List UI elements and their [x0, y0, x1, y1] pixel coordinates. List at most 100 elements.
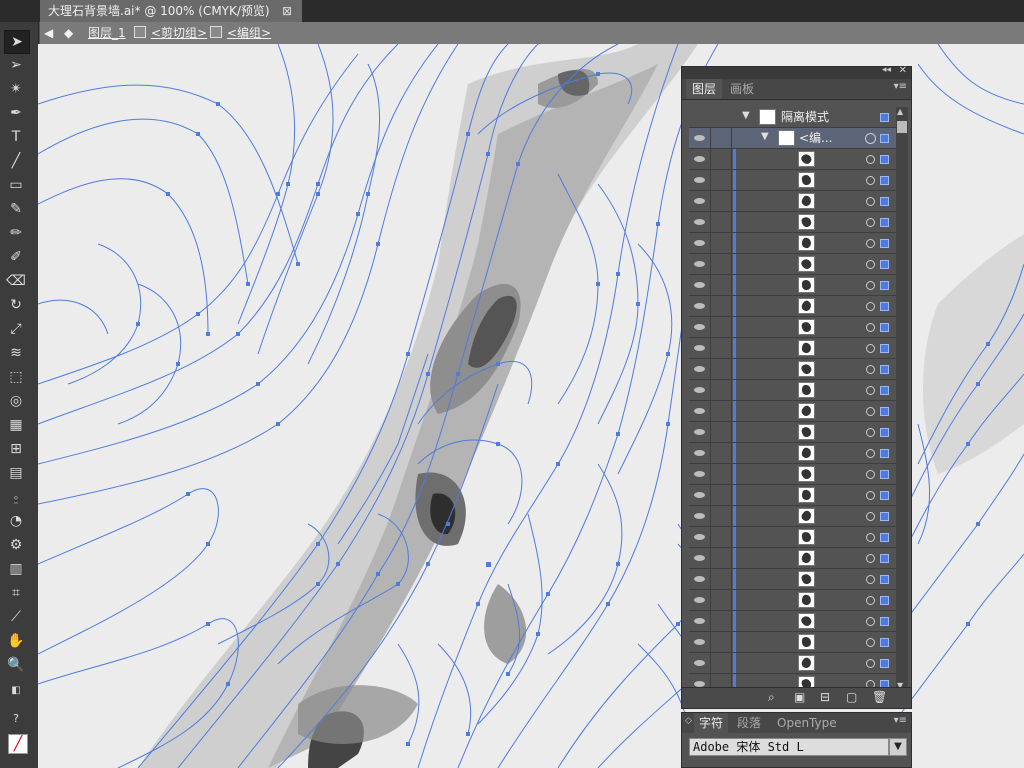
expand-triangle-icon[interactable]: ▼	[761, 131, 769, 142]
target-icon[interactable]	[866, 617, 875, 626]
breadcrumb-clip-group[interactable]: <剪切组>	[151, 22, 207, 44]
target-icon[interactable]	[866, 239, 875, 248]
paintbrush-tool-icon[interactable]: ✎	[4, 198, 28, 220]
selection-indicator[interactable]	[880, 176, 889, 185]
target-icon[interactable]	[866, 281, 875, 290]
eyedropper-tool-icon[interactable]: ⍛	[4, 486, 28, 508]
layer-row[interactable]	[689, 506, 896, 527]
free-transform-tool-icon[interactable]: ⬚	[4, 366, 28, 388]
target-icon[interactable]	[866, 533, 875, 542]
shape-builder-tool-icon[interactable]: ◎	[4, 390, 28, 412]
lock-toggle[interactable]	[710, 128, 732, 148]
selection-indicator[interactable]	[880, 533, 889, 542]
artboard-tool-icon[interactable]: ⌗	[4, 582, 28, 604]
warp-tool-icon[interactable]: ≋	[4, 342, 28, 364]
selection-indicator[interactable]	[880, 407, 889, 416]
layer-row[interactable]	[689, 317, 896, 338]
lock-toggle[interactable]	[710, 611, 732, 631]
column-graph-tool-icon[interactable]: ▥	[4, 558, 28, 580]
layer-row[interactable]	[689, 443, 896, 464]
selection-indicator[interactable]	[880, 281, 889, 290]
target-icon[interactable]	[866, 470, 875, 479]
locate-object-icon[interactable]: ⌕	[768, 690, 775, 705]
scroll-thumb[interactable]	[897, 121, 907, 133]
layer-row[interactable]	[689, 296, 896, 317]
help-icon[interactable]: ?	[4, 708, 28, 730]
scale-tool-icon[interactable]: ⤢	[4, 318, 28, 340]
make-clipping-mask-icon[interactable]: ▣	[794, 690, 805, 704]
target-icon[interactable]	[866, 554, 875, 563]
selection-indicator[interactable]	[880, 449, 889, 458]
target-icon[interactable]	[866, 449, 875, 458]
visibility-eye-icon[interactable]	[689, 212, 711, 232]
target-icon[interactable]	[866, 575, 875, 584]
selection-indicator[interactable]	[880, 617, 889, 626]
lock-toggle[interactable]	[710, 254, 732, 274]
layer-row[interactable]	[689, 149, 896, 170]
lock-toggle[interactable]	[710, 212, 732, 232]
visibility-eye-icon[interactable]	[689, 317, 711, 337]
layer-row[interactable]	[689, 632, 896, 653]
target-icon[interactable]	[866, 386, 875, 395]
lock-toggle[interactable]	[710, 380, 732, 400]
scroll-up-icon[interactable]: ▲	[897, 107, 903, 116]
eraser-tool-icon[interactable]: ⌫	[4, 270, 28, 292]
layer-row[interactable]	[689, 485, 896, 506]
lock-toggle[interactable]	[710, 338, 732, 358]
selection-indicator[interactable]	[880, 491, 889, 500]
tab-layers[interactable]: 图层	[686, 79, 723, 99]
target-icon[interactable]	[866, 302, 875, 311]
selection-indicator[interactable]	[880, 365, 889, 374]
target-icon[interactable]	[866, 344, 875, 353]
selection-indicator[interactable]	[880, 554, 889, 563]
target-icon[interactable]	[866, 365, 875, 374]
visibility-eye-icon[interactable]	[689, 464, 711, 484]
visibility-eye-icon[interactable]	[689, 548, 711, 568]
zoom-tool-icon[interactable]: 🔍	[4, 654, 28, 676]
target-icon[interactable]	[866, 407, 875, 416]
visibility-eye-icon[interactable]	[689, 275, 711, 295]
lock-toggle[interactable]	[710, 548, 732, 568]
magic-wand-tool-icon[interactable]: ✴	[4, 78, 28, 100]
lock-toggle[interactable]	[710, 275, 732, 295]
selection-indicator[interactable]	[880, 155, 889, 164]
layer-row[interactable]	[689, 233, 896, 254]
visibility-eye-icon[interactable]	[689, 422, 711, 442]
rectangle-tool-icon[interactable]: ▭	[4, 174, 28, 196]
selection-indicator[interactable]	[880, 344, 889, 353]
visibility-eye-icon[interactable]	[689, 611, 711, 631]
visibility-eye-icon[interactable]	[689, 149, 711, 169]
target-icon[interactable]	[866, 512, 875, 521]
pencil-tool-icon[interactable]: ✏	[4, 222, 28, 244]
new-layer-icon[interactable]: ▢	[846, 690, 857, 704]
layer-row[interactable]	[689, 569, 896, 590]
layers-scrollbar[interactable]: ▲ ▼	[896, 107, 908, 690]
target-icon[interactable]	[866, 155, 875, 164]
target-icon[interactable]	[865, 133, 876, 144]
layer-row[interactable]	[689, 653, 896, 674]
delete-layer-icon[interactable]: 🗑	[872, 690, 887, 704]
visibility-eye-icon[interactable]	[689, 338, 711, 358]
selection-indicator[interactable]	[880, 575, 889, 584]
layer-row[interactable]	[689, 527, 896, 548]
selection-indicator[interactable]	[880, 386, 889, 395]
lock-toggle[interactable]	[710, 590, 732, 610]
layer-row[interactable]	[689, 275, 896, 296]
selection-indicator[interactable]	[880, 302, 889, 311]
blob-brush-tool-icon[interactable]: ✐	[4, 246, 28, 268]
layer-row[interactable]	[689, 464, 896, 485]
perspective-grid-tool-icon[interactable]: ▦	[4, 414, 28, 436]
target-icon[interactable]	[866, 596, 875, 605]
font-family-select[interactable]: Adobe 宋体 Std L	[689, 738, 889, 756]
back-arrow-icon[interactable]: ◀	[44, 22, 53, 44]
lock-toggle[interactable]	[710, 359, 732, 379]
selection-indicator[interactable]	[880, 239, 889, 248]
layer-row[interactable]	[689, 590, 896, 611]
symbol-sprayer-tool-icon[interactable]: ⚙	[4, 534, 28, 556]
lock-toggle[interactable]	[710, 170, 732, 190]
visibility-eye-icon[interactable]	[689, 380, 711, 400]
visibility-eye-icon[interactable]	[689, 401, 711, 421]
mesh-tool-icon[interactable]: ⊞	[4, 438, 28, 460]
fill-stroke-swatch-icon[interactable]: ◧	[4, 680, 28, 702]
gradient-tool-icon[interactable]: ▤	[4, 462, 28, 484]
